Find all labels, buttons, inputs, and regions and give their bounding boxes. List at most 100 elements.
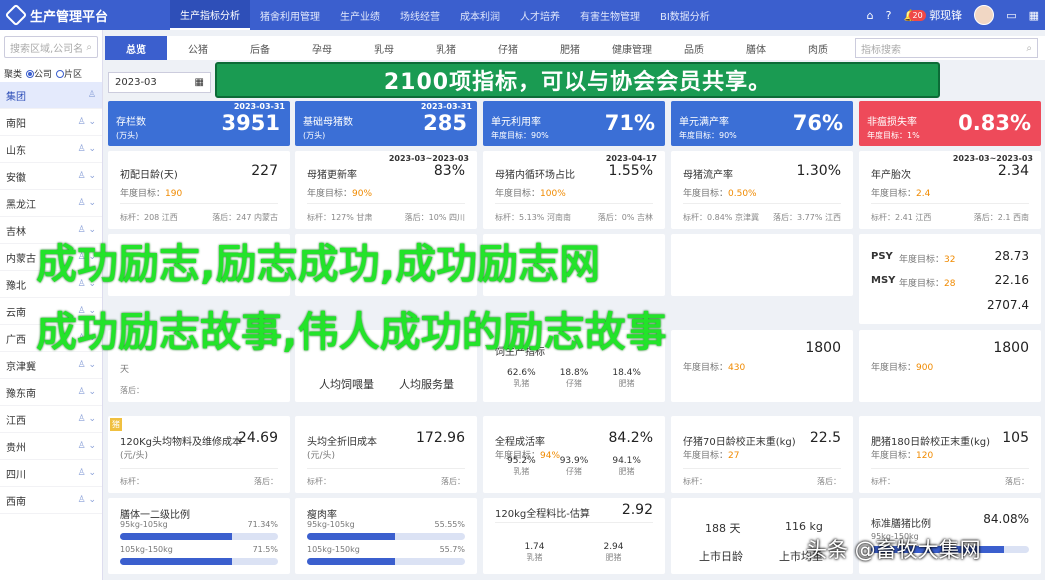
market-age-label: 上市日龄	[699, 550, 743, 563]
breakdown-value: 2.94	[603, 542, 624, 552]
index-search-input[interactable]: 指标搜索 ⌕	[855, 38, 1038, 58]
region-item[interactable]: 京津冀 ♙ ⌄	[0, 352, 102, 379]
region-item[interactable]: 南阳 ♙ ⌄	[0, 109, 102, 136]
card-value: 1800	[805, 340, 841, 356]
region-label: 四川	[6, 469, 26, 481]
home-icon[interactable]: ⌂	[867, 9, 874, 22]
progress-fill	[120, 533, 233, 540]
card-value: 172.96	[416, 430, 465, 446]
laggard: 落后：	[817, 477, 841, 486]
region-item[interactable]: 豫东南 ♙ ⌄	[0, 379, 102, 406]
kpi-card[interactable]: 单元满产率 年度目标：90% 76%	[671, 101, 853, 146]
divider	[683, 468, 841, 469]
breakdown-item: 18.4% 肥猪	[612, 368, 641, 389]
progress-card[interactable]: 膳体一二级比例 95kg-105kg 71.34% 105kg-150kg 71.5%	[108, 498, 290, 574]
nav-tab-production-index[interactable]: 生产指标分析	[170, 0, 250, 30]
category-tab[interactable]: 公猪	[167, 36, 229, 60]
metric-card[interactable]: 初配日龄(天) 227 年度目标：190 标杆：208 江西 落后：247 内蒙古	[108, 151, 290, 229]
card-footer: 标杆： 落后：	[683, 476, 841, 487]
category-tab[interactable]: 后备	[229, 36, 291, 60]
category-tab[interactable]: 总览	[105, 36, 167, 60]
card-target: 年度目标：120	[871, 451, 934, 461]
metric-card[interactable]: 年度目标：430 1800	[671, 330, 853, 402]
region-item[interactable]: 集团 ♙	[0, 82, 102, 109]
region-item[interactable]: 黑龙江 ♙ ⌄	[0, 190, 102, 217]
laggard: 落后：	[441, 477, 465, 486]
metric-card[interactable]: 120kg全程料比-估算 2.92 1.74 乳猪 2.94 肥猪	[483, 498, 665, 574]
category-tab[interactable]: 膳体	[725, 36, 787, 60]
metric-card[interactable]	[671, 234, 853, 296]
metric-card[interactable]: 全程成活率 84.2% 年度目标：94% 95.2% 乳猪 93.9% 仔猪 94.1% 肥猪	[483, 416, 665, 493]
region-search-placeholder: 搜索区域,公司名	[10, 43, 84, 55]
metric-card[interactable]: 肥猪180日龄校正末重(kg) 105 年度目标：120 标杆： 落后：	[859, 416, 1041, 493]
psy-card[interactable]: PSY 年度目标：32 28.73 MSY 年度目标：28 22.16 2707.4	[859, 234, 1041, 324]
user-chevron-icon: ♙ ⌄	[77, 387, 96, 397]
region-item[interactable]: 江西 ♙ ⌄	[0, 406, 102, 433]
category-tab[interactable]: 乳母	[353, 36, 415, 60]
category-tab[interactable]: 乳猪	[415, 36, 477, 60]
region-search-input[interactable]: 搜索区域,公司名 ⌕	[4, 36, 98, 58]
help-icon[interactable]: ?	[886, 9, 892, 22]
kpi-card[interactable]: 单元利用率 年度目标：90% 71%	[483, 101, 665, 146]
region-item[interactable]: 四川 ♙ ⌄	[0, 460, 102, 487]
metric-card[interactable]: 2023-03~2023-03 母猪更新率 83% 年度目标：90% 标杆：127% 甘…	[295, 151, 477, 229]
progress-card[interactable]: 瘦肉率 95kg-105kg 55.55% 105kg-150kg 55.7%	[295, 498, 477, 574]
region-label: 南阳	[6, 118, 26, 130]
month-selector[interactable]: 2023-03 ▦	[108, 72, 211, 93]
progress-value: 71.34%	[247, 520, 278, 529]
nav-tab-pest[interactable]: 有害生物管理	[570, 0, 650, 30]
card-name: 肥猪180日龄校正末重(kg)	[871, 437, 991, 448]
kpi-card[interactable]: 非瘟损失率 年度目标：1% 0.83%	[859, 101, 1041, 146]
watermark: 头条 @畜牧大集网	[806, 538, 981, 562]
nav-tab-performance[interactable]: 生产业绩	[330, 0, 390, 30]
radio-company[interactable]: 公司	[26, 67, 52, 80]
category-tab[interactable]: 孕母	[291, 36, 353, 60]
category-tab[interactable]: 肉质	[787, 36, 849, 60]
nav-tab-talent[interactable]: 人才培养	[510, 0, 570, 30]
kpi-card[interactable]: 2023-03-31 存栏数 (万头) 3951	[108, 101, 290, 146]
region-item[interactable]: 安徽 ♙ ⌄	[0, 163, 102, 190]
card-name: 瘦肉率	[307, 510, 337, 521]
metric-card[interactable]: 2023-03~2023-03 年产胎次 2.34 年度目标：2.4 标杆：2.41 江…	[859, 151, 1041, 229]
category-tab[interactable]: 肥猪	[539, 36, 601, 60]
kpi-value: 3951	[221, 111, 280, 135]
user-name[interactable]: 郭现锋	[929, 7, 962, 23]
region-item[interactable]: 山东 ♙ ⌄	[0, 136, 102, 163]
psy-label: PSY	[871, 251, 893, 262]
user-chevron-icon: ♙ ⌄	[77, 468, 96, 478]
divider	[871, 468, 1029, 469]
divider	[307, 468, 465, 469]
nav-tab-bi[interactable]: BI数据分析	[650, 0, 720, 30]
card-name: 120Kg头均物料及维修成本	[120, 437, 242, 448]
breakdown-label: 乳猪	[526, 553, 543, 562]
app-logo[interactable]: 生产管理平台	[0, 3, 170, 27]
metric-card[interactable]: 2023-04-17 母猪内循环场占比 1.55% 年度目标：100% 标杆：5.13%…	[483, 151, 665, 229]
metric-card[interactable]: 母猪流产率 1.30% 年度目标：0.50% 标杆：0.84% 京津冀 落后：3.77%…	[671, 151, 853, 229]
notification-icon[interactable]: 🔔20	[903, 9, 926, 22]
breakdown-item: 62.6% 乳猪	[507, 368, 536, 389]
region-item[interactable]: 西南 ♙ ⌄	[0, 487, 102, 514]
window-icon[interactable]: ▭	[1006, 9, 1016, 22]
region-item[interactable]: 贵州 ♙ ⌄	[0, 433, 102, 460]
avatar[interactable]	[974, 5, 995, 25]
kpi-card[interactable]: 2023-03-31 基础母猪数 (万头) 285	[295, 101, 477, 146]
progress-fill	[307, 533, 396, 540]
metric-card[interactable]: 猪 120Kg头均物料及维修成本 24.69 (元/头) 标杆： 落后：	[108, 416, 290, 493]
metric-card[interactable]: 仔猪70日龄校正末重(kg) 22.5 年度目标：27 标杆： 落后：	[671, 416, 853, 493]
metric-card[interactable]: 头均全折旧成本 172.96 (元/头) 标杆： 落后：	[295, 416, 477, 493]
radio-area[interactable]: 片区	[56, 67, 82, 80]
card-date: 2023-03~2023-03	[952, 154, 1033, 163]
nav-tab-cost-profit[interactable]: 成本利润	[450, 0, 510, 30]
nav-tab-barn-utilization[interactable]: 猪舍利用管理	[250, 0, 330, 30]
target-value: 900	[916, 363, 934, 373]
region-label: 西南	[6, 496, 26, 508]
grid-icon[interactable]: ▦	[1029, 9, 1039, 22]
category-tab[interactable]: 健康管理	[601, 36, 663, 60]
nav-tab-farm-operation[interactable]: 场线经营	[390, 0, 450, 30]
region-label: 广西	[6, 334, 26, 346]
card-sub: (元/头)	[120, 451, 149, 461]
category-tab[interactable]: 品质	[663, 36, 725, 60]
category-tab[interactable]: 仔猪	[477, 36, 539, 60]
metric-card[interactable]: 年度目标：900 1800	[859, 330, 1041, 402]
region-label: 京津冀	[6, 361, 36, 373]
